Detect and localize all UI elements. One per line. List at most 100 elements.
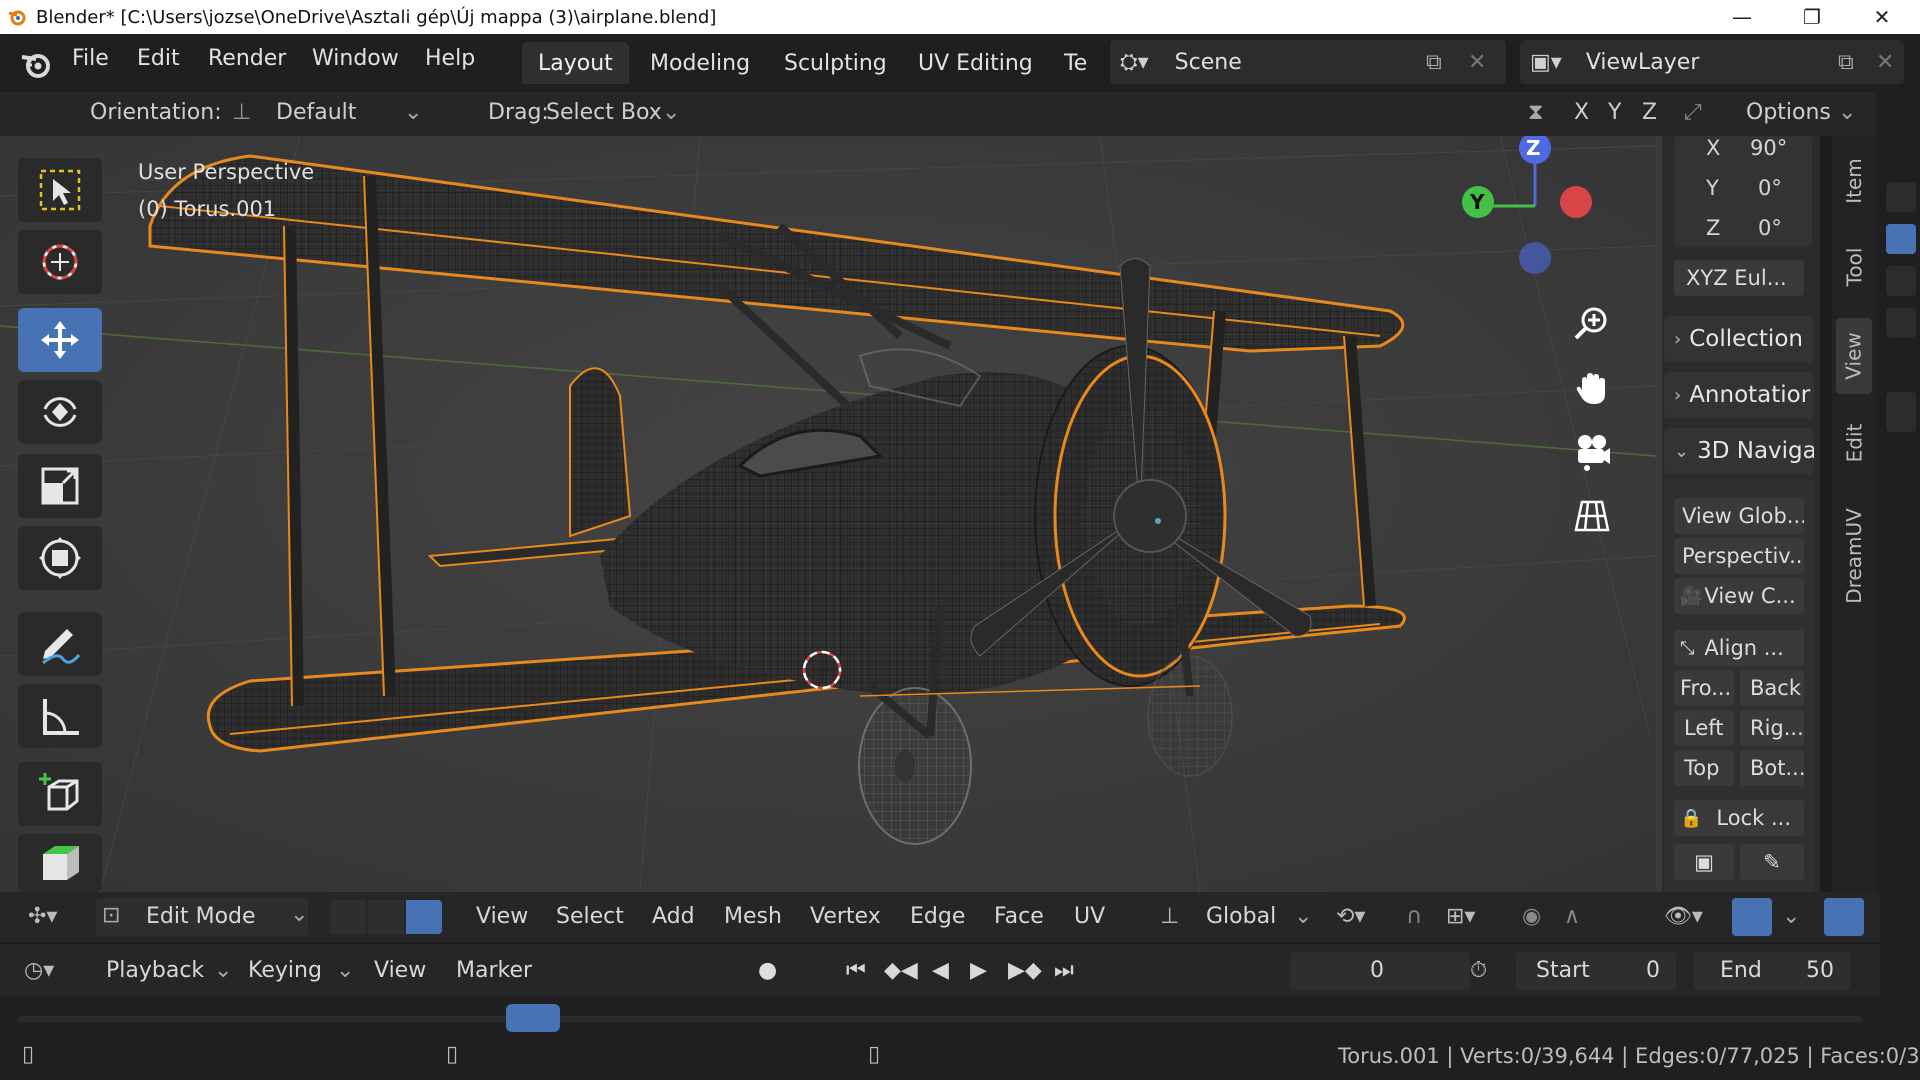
view-top-button[interactable]: Top xyxy=(1674,750,1734,786)
menu-view[interactable]: View xyxy=(476,904,528,929)
end-frame-field[interactable]: End 50 xyxy=(1694,952,1850,990)
editor-type-icon[interactable]: ✣▾ xyxy=(28,904,57,929)
pan-hand-icon[interactable] xyxy=(1564,360,1620,416)
collection-section-header[interactable]: › Collection xyxy=(1664,316,1814,362)
tab-tool[interactable]: Tool xyxy=(1836,232,1872,302)
eyedropper-icon[interactable]: ✎ xyxy=(1740,844,1804,880)
face-select-icon[interactable] xyxy=(406,900,442,934)
view-front-button[interactable]: Fro... xyxy=(1674,670,1734,706)
menu-mesh[interactable]: Mesh xyxy=(724,904,782,929)
edge-select-icon[interactable] xyxy=(368,900,404,934)
chevron-down-icon[interactable]: ⌄ xyxy=(1782,904,1800,929)
cursor-tool-icon[interactable] xyxy=(18,230,102,294)
jump-start-icon[interactable]: ⏮ xyxy=(846,958,866,983)
perspective-toggle-button[interactable]: Perspectiv... xyxy=(1674,538,1804,574)
move-tool-icon[interactable] xyxy=(18,308,102,372)
extrude-tool-icon[interactable] xyxy=(18,834,102,892)
minimize-button[interactable]: — xyxy=(1708,0,1776,34)
menu-keying[interactable]: Keying xyxy=(248,958,322,983)
view-global-local-button[interactable]: View Glob... xyxy=(1674,498,1804,534)
properties-tab-icon[interactable] xyxy=(1886,266,1916,296)
rotate-tool-icon[interactable] xyxy=(18,380,102,444)
playhead[interactable] xyxy=(506,1004,560,1032)
3d-viewport[interactable]: User Perspective (0) Torus.001 Z Y xyxy=(0,136,1656,892)
view-right-button[interactable]: Rig... xyxy=(1740,710,1804,746)
start-frame-field[interactable]: Start 0 xyxy=(1516,952,1676,990)
timeline-scrollbar[interactable] xyxy=(18,1016,1862,1022)
mirror-z-toggle[interactable]: Z xyxy=(1642,100,1657,125)
align-view-button[interactable]: ⤡ Align ... xyxy=(1674,630,1804,666)
menu-file[interactable]: File xyxy=(72,46,109,71)
clock-editor-icon[interactable]: ◷▾ xyxy=(24,958,54,983)
menu-timeline-view[interactable]: View xyxy=(374,958,426,983)
visibility-eye-icon[interactable]: 👁▾ xyxy=(1664,904,1703,929)
menu-face[interactable]: Face xyxy=(994,904,1044,929)
chevron-down-icon[interactable]: ⌄ xyxy=(404,100,422,125)
menu-marker[interactable]: Marker xyxy=(456,958,532,983)
menu-select[interactable]: Select xyxy=(556,904,624,929)
pivot-point-icon[interactable]: ⟲▾ xyxy=(1336,904,1365,929)
close-window-button[interactable]: ✕ xyxy=(1848,0,1916,34)
viewlayer-name[interactable]: ViewLayer xyxy=(1586,50,1700,75)
vertex-select-icon[interactable] xyxy=(330,900,366,934)
delete-scene-icon[interactable]: ✕ xyxy=(1468,50,1486,75)
lock-view-button[interactable]: 🔒 Lock ... xyxy=(1674,800,1804,836)
menu-render[interactable]: Render xyxy=(208,46,286,71)
proportional-edit-icon[interactable]: ◉ xyxy=(1522,904,1541,929)
jump-end-icon[interactable]: ⏭ xyxy=(1054,958,1074,983)
measure-tool-icon[interactable] xyxy=(18,684,102,748)
tab-dreamuv[interactable]: DreamUV xyxy=(1836,496,1872,616)
scene-selector[interactable]: ⛭▾ Scene ⧉ ✕ xyxy=(1110,40,1506,84)
view-camera-button[interactable]: 🎥 View C... xyxy=(1674,578,1804,614)
properties-tab-icon[interactable] xyxy=(1886,392,1916,432)
drag-dropdown[interactable]: Select Box xyxy=(546,100,662,125)
chevron-down-icon[interactable]: ⌄ xyxy=(336,958,354,983)
menu-add[interactable]: Add xyxy=(652,904,695,929)
play-icon[interactable]: ▶ xyxy=(970,958,987,983)
annotate-tool-icon[interactable] xyxy=(18,612,102,676)
tab-texture-paint[interactable]: Te xyxy=(1048,42,1103,84)
maximize-button[interactable]: ❐ xyxy=(1778,0,1846,34)
blender-menu-icon[interactable] xyxy=(18,46,54,82)
mirror-icon[interactable]: ⧗ xyxy=(1528,100,1543,125)
chevron-down-icon[interactable]: ⌄ xyxy=(662,100,680,125)
rotation-z-value[interactable]: 0° xyxy=(1758,216,1782,240)
zoom-icon[interactable] xyxy=(1564,296,1620,352)
navigation-section-header[interactable]: ⌄ 3D Naviga xyxy=(1664,428,1814,474)
rotation-y-value[interactable]: 0° xyxy=(1758,176,1782,200)
rotation-x-value[interactable]: 90° xyxy=(1750,136,1787,160)
scene-name[interactable]: Scene xyxy=(1175,50,1242,75)
menu-edge[interactable]: Edge xyxy=(910,904,965,929)
scale-tool-icon[interactable] xyxy=(18,454,102,518)
mode-dropdown[interactable]: ⊡ Edit Mode ⌄ xyxy=(96,898,308,936)
mirror-y-toggle[interactable]: Y xyxy=(1608,100,1621,125)
tab-edit[interactable]: Edit xyxy=(1836,408,1872,478)
current-frame-field[interactable]: 0 xyxy=(1290,952,1470,990)
ortho-grid-icon[interactable] xyxy=(1564,488,1620,544)
orientation-dropdown[interactable]: Default xyxy=(276,100,356,125)
topology-mirror-icon[interactable]: ⤢ xyxy=(1684,100,1702,125)
properties-tab-icon[interactable] xyxy=(1886,224,1916,254)
properties-tab-icon[interactable] xyxy=(1886,182,1916,212)
gizmo-toggle-icon[interactable] xyxy=(1732,898,1772,936)
menu-uv[interactable]: UV xyxy=(1074,904,1105,929)
viewlayer-selector[interactable]: ▣▾ ViewLayer ⧉ ✕ xyxy=(1520,40,1904,84)
tab-sculpting[interactable]: Sculpting xyxy=(768,42,903,84)
view-back-button[interactable]: Back xyxy=(1740,670,1804,706)
snap-magnet-icon[interactable]: ∩ xyxy=(1406,904,1422,929)
record-icon[interactable]: ● xyxy=(758,958,777,983)
view-left-button[interactable]: Left xyxy=(1674,710,1734,746)
next-keyframe-icon[interactable]: ▶◆ xyxy=(1008,958,1042,983)
menu-vertex[interactable]: Vertex xyxy=(810,904,881,929)
menu-help[interactable]: Help xyxy=(425,46,475,71)
new-viewlayer-icon[interactable]: ⧉ xyxy=(1838,50,1854,75)
frame-selected-icon[interactable]: ▣ xyxy=(1674,844,1734,880)
chevron-down-icon[interactable]: ⌄ xyxy=(214,958,232,983)
tab-view[interactable]: View xyxy=(1836,318,1872,394)
mirror-x-toggle[interactable]: X xyxy=(1574,100,1589,125)
tab-modeling[interactable]: Modeling xyxy=(634,42,766,84)
select-box-tool-icon[interactable] xyxy=(18,158,102,222)
camera-view-icon[interactable] xyxy=(1564,424,1620,480)
play-reverse-icon[interactable]: ◀ xyxy=(932,958,949,983)
chevron-down-icon[interactable]: ⌄ xyxy=(1294,904,1312,929)
